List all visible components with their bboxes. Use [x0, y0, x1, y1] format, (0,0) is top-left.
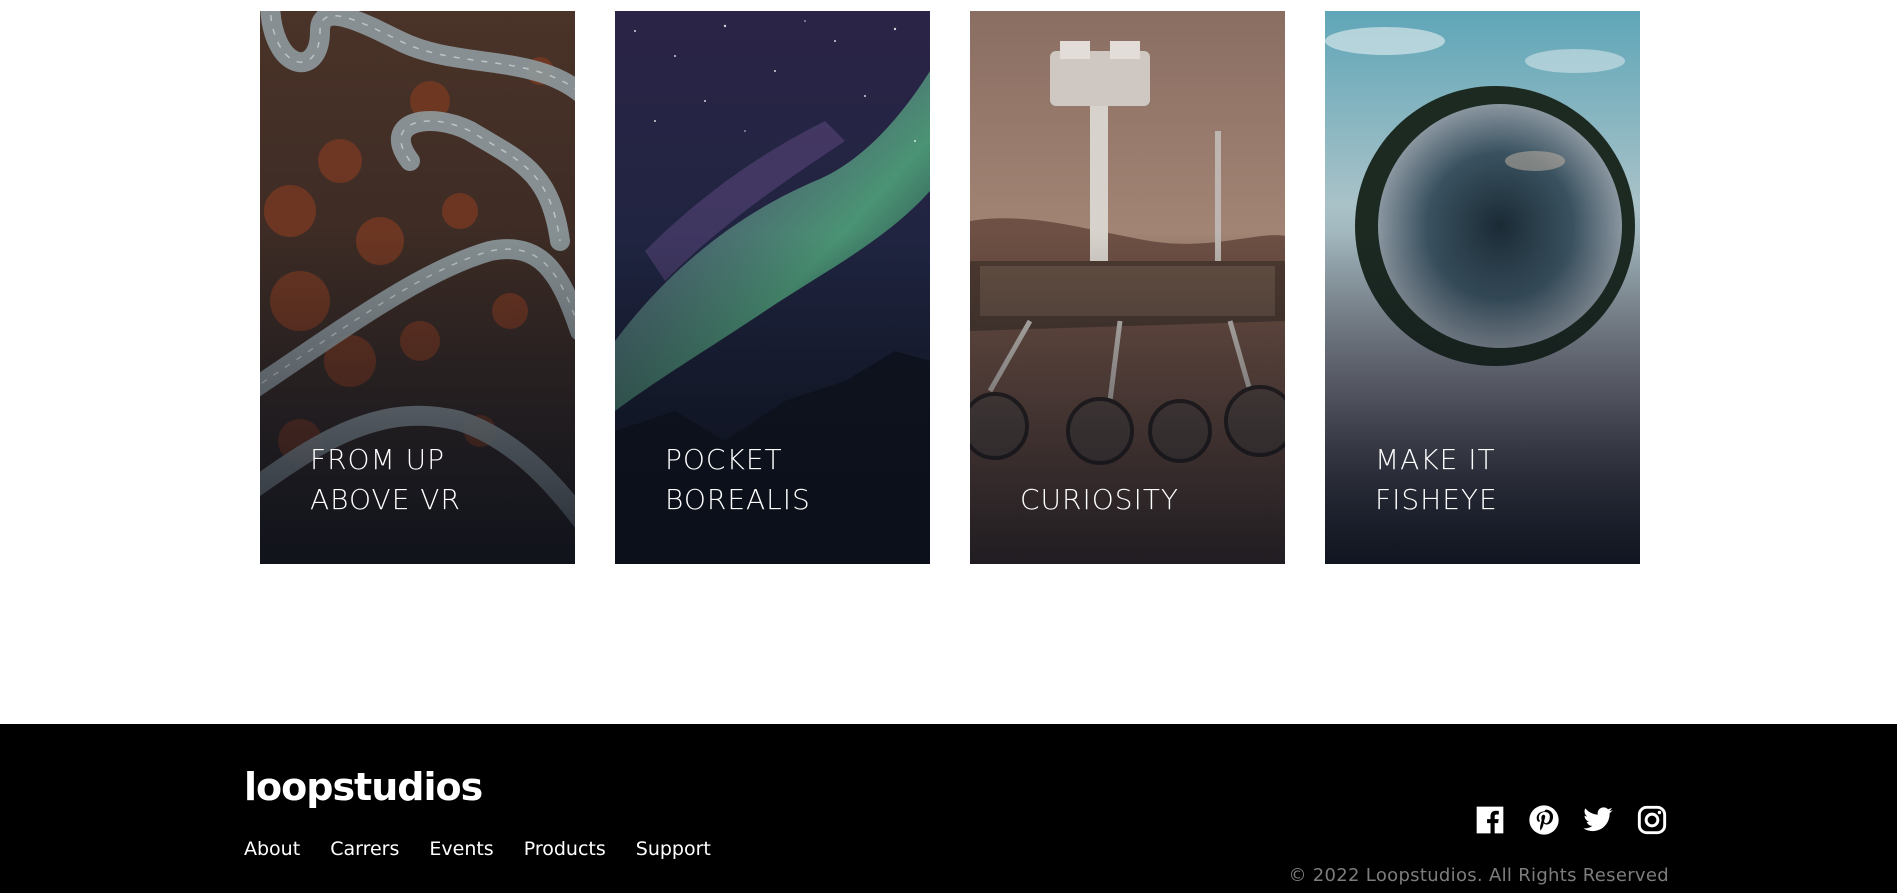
card-title-line: FROM UP: [310, 443, 446, 476]
social-links: [1472, 802, 1670, 838]
footer-link-about[interactable]: About: [244, 837, 300, 861]
footer-link-support[interactable]: Support: [636, 837, 711, 861]
card-title-line: CURIOSITY: [1020, 483, 1180, 516]
footer-link-careers[interactable]: Carrers: [330, 837, 399, 861]
card-title: CURIOSITY: [1020, 480, 1179, 520]
footer-link-events[interactable]: Events: [429, 837, 493, 861]
instagram-link[interactable]: [1634, 802, 1670, 838]
facebook-link[interactable]: [1472, 802, 1508, 838]
card-title: FROM UP ABOVE VR: [310, 440, 461, 520]
pinterest-link[interactable]: [1526, 802, 1562, 838]
creation-card-pocket-borealis[interactable]: POCKET BOREALIS: [615, 11, 930, 564]
footer-link-products[interactable]: Products: [524, 837, 606, 861]
copyright-text: © 2022 Loopstudios. All Rights Reserved: [1288, 865, 1669, 886]
site-footer: loopstudios About Carrers Events Product…: [0, 724, 1897, 893]
page: FROM UP ABOVE VR POCKET BOREALIS CURIOSI…: [0, 0, 1897, 893]
card-title: MAKE IT FISHEYE: [1375, 440, 1498, 520]
instagram-icon: [1637, 805, 1667, 835]
twitter-icon: [1583, 807, 1613, 832]
card-title-line: FISHEYE: [1375, 483, 1498, 516]
footer-nav: About Carrers Events Products Support: [244, 837, 711, 861]
pinterest-icon: [1529, 805, 1559, 835]
facebook-icon: [1476, 806, 1504, 834]
card-title-line: ABOVE VR: [310, 483, 461, 516]
creation-card-curiosity[interactable]: CURIOSITY: [970, 11, 1285, 564]
creations-grid: FROM UP ABOVE VR POCKET BOREALIS CURIOSI…: [260, 11, 1640, 564]
card-title-line: MAKE IT: [1375, 443, 1496, 476]
creation-card-from-up-above-vr[interactable]: FROM UP ABOVE VR: [260, 11, 575, 564]
twitter-link[interactable]: [1580, 802, 1616, 838]
card-title-line: POCKET: [665, 443, 783, 476]
creation-card-make-it-fisheye[interactable]: MAKE IT FISHEYE: [1325, 11, 1640, 564]
footer-logo[interactable]: loopstudios: [244, 768, 483, 806]
card-title-line: BOREALIS: [665, 483, 811, 516]
card-title: POCKET BOREALIS: [665, 440, 811, 520]
